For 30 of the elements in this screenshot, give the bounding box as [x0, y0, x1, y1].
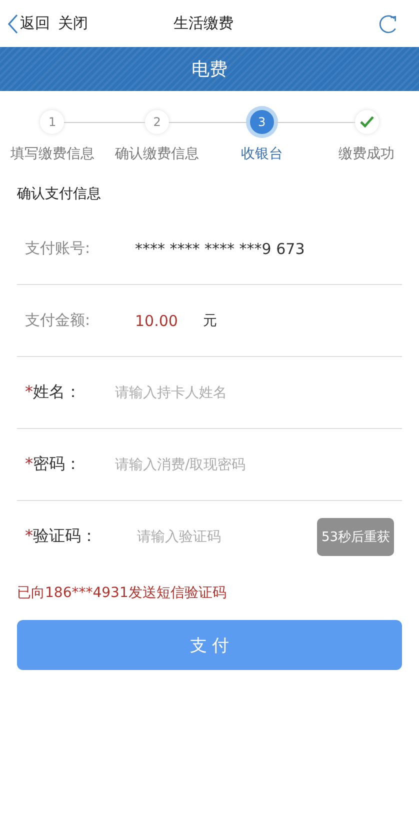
step-label: 缴费成功: [338, 145, 395, 163]
input-field[interactable]: 请输入验证码: [137, 528, 318, 544]
field-label: 支付账号:: [25, 239, 92, 258]
unit-label: 元: [203, 312, 217, 330]
step-marker: 2: [145, 110, 170, 134]
input-field[interactable]: 请输入持卡人姓名: [115, 384, 402, 400]
required-mark: *: [25, 526, 33, 545]
sms-notice: 已向186***4931发送短信验证码: [16, 584, 228, 603]
banner-title: 电费: [192, 58, 228, 81]
field-label: 验证码：: [33, 526, 97, 545]
page-title: 生活缴费: [172, 14, 234, 33]
check-icon: [360, 116, 374, 128]
field-label: 支付金额:: [25, 311, 92, 330]
step-label: 填写缴费信息: [10, 145, 94, 163]
back-icon: [8, 14, 18, 34]
step-marker: 1: [40, 110, 64, 134]
field-label: 姓名：: [33, 382, 81, 401]
field-label: 密码：: [33, 454, 81, 473]
back-link[interactable]: 返回: [8, 14, 50, 34]
close-link[interactable]: 关闭: [58, 14, 88, 34]
section-title: 确认支付信息: [16, 185, 102, 204]
field-value: **** **** **** ***9 673: [135, 240, 305, 258]
field-value: 10.00: [135, 312, 179, 330]
step-label: 收银台: [240, 145, 283, 163]
input-field[interactable]: 请输入消费/取现密码: [115, 456, 402, 472]
required-mark: *: [25, 382, 33, 401]
step-marker: 3: [250, 110, 274, 134]
step-label: 确认缴费信息: [115, 145, 200, 163]
required-mark: *: [25, 454, 33, 473]
refresh-icon[interactable]: [376, 12, 399, 34]
